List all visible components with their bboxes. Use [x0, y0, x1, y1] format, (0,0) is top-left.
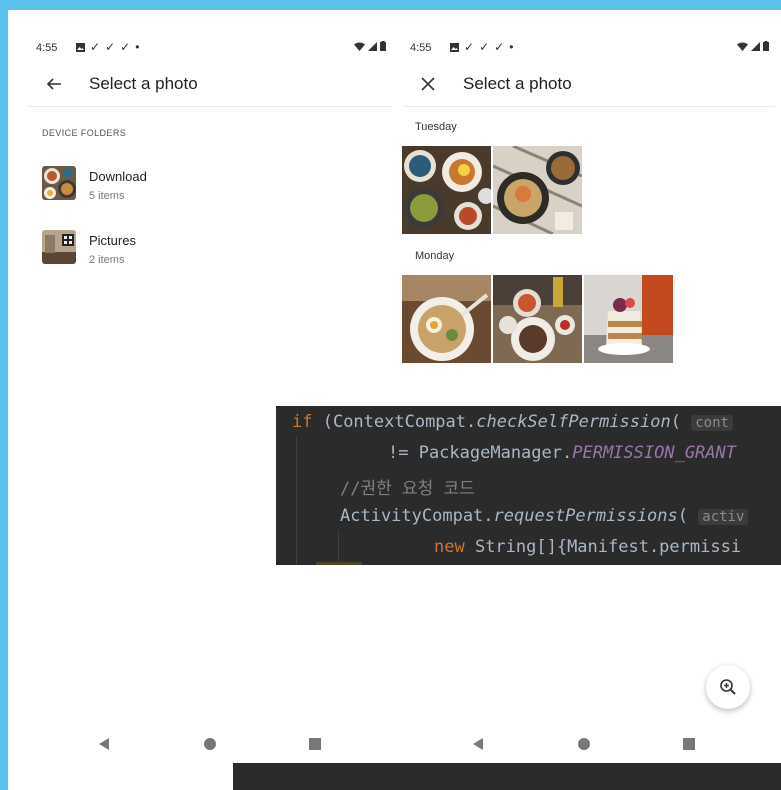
code-keyword: if: [292, 412, 313, 432]
code-snippet-overlay: if (ContextCompat.checkSelfPermission( c…: [276, 406, 781, 565]
wifi-icon: [737, 42, 748, 51]
section-label: DEVICE FOLDERS: [42, 128, 127, 138]
code-param-hint: activ: [698, 509, 749, 525]
status-time: 4:55: [36, 42, 58, 54]
signal-icon: [368, 41, 377, 51]
image-icon: [450, 42, 459, 52]
nav-recents-icon[interactable]: [677, 732, 701, 756]
right-phone-screen: 4:55 ✓ ✓ ✓ • Select a photo Tuesday Mond…: [402, 10, 775, 790]
check-icon: ✓: [464, 40, 475, 54]
notification-icons: ✓ ✓ ✓ •: [450, 40, 513, 54]
check-icon: ✓: [105, 40, 116, 54]
nav-back-icon[interactable]: [92, 732, 116, 756]
system-nav-bar: [402, 732, 775, 756]
code-paren: (: [677, 506, 689, 526]
system-icons: [354, 41, 386, 51]
code-method: requestPermissions: [493, 506, 678, 526]
code-text: ActivityCompat.: [340, 506, 494, 526]
code-paren: (: [670, 412, 681, 432]
photo-thumbnail[interactable]: [402, 275, 491, 363]
folder-thumbnail: [42, 166, 76, 200]
folder-name: Download: [89, 169, 147, 184]
code-snippet-overlay-bottom: [233, 763, 781, 790]
nav-back-icon[interactable]: [466, 732, 490, 756]
folder-thumbnail: [42, 230, 76, 264]
photo-thumbnail[interactable]: [493, 275, 582, 363]
code-keyword: new: [434, 537, 465, 557]
check-icon: ✓: [90, 40, 101, 54]
photo-thumbnail[interactable]: [584, 275, 673, 363]
date-group-label: Monday: [415, 250, 455, 262]
status-bar: 4:55 ✓ ✓ ✓ •: [36, 40, 386, 56]
folder-name: Pictures: [89, 233, 136, 248]
code-text: (ContextCompat.: [312, 412, 477, 432]
folder-count: 5 items: [89, 190, 125, 202]
code-line: new String[]{Manifest.permissi: [434, 537, 741, 557]
app-toolbar: Select a photo: [28, 64, 392, 107]
code-line: //권한 요청 코드: [340, 474, 475, 499]
folder-download[interactable]: Download 5 items: [42, 166, 372, 212]
indent-guide: [338, 530, 339, 565]
status-bar: 4:55 ✓ ✓ ✓ •: [410, 40, 769, 56]
system-nav-bar: [28, 732, 392, 756]
code-method: checkSelfPermission: [476, 412, 671, 432]
app-toolbar: Select a photo: [402, 64, 775, 107]
screenshot-frame: 4:55 ✓ ✓ ✓ • Select a photo DEVICE FOLDE…: [8, 10, 781, 790]
code-param-hint: cont: [691, 415, 733, 431]
code-constant: PERMISSION_GRANT: [572, 443, 736, 463]
nav-home-icon[interactable]: [198, 732, 222, 756]
folder-pictures[interactable]: Pictures 2 items: [42, 230, 372, 276]
wifi-icon: [354, 42, 365, 51]
folder-count: 2 items: [89, 254, 125, 266]
check-icon: ✓: [120, 40, 131, 54]
check-icon: ✓: [494, 40, 505, 54]
code-line: != PackageManager.PERMISSION_GRANT: [388, 443, 736, 463]
nav-home-icon[interactable]: [572, 732, 596, 756]
photo-thumbnail[interactable]: [402, 146, 491, 234]
dot-icon: •: [135, 40, 140, 54]
date-group-label: Tuesday: [415, 121, 457, 133]
dot-icon: •: [509, 40, 514, 54]
page-title: Select a photo: [89, 74, 198, 93]
code-line: if (ContextCompat.checkSelfPermission( c…: [292, 412, 733, 432]
battery-icon: [763, 41, 769, 51]
code-line: ActivityCompat.requestPermissions( activ: [340, 506, 749, 526]
system-icons: [737, 41, 769, 51]
close-icon[interactable]: [416, 72, 440, 96]
code-highlight-mark: [316, 562, 362, 565]
status-time: 4:55: [410, 42, 432, 54]
code-text: != PackageManager.: [388, 443, 573, 463]
page-title: Select a photo: [463, 74, 572, 93]
photo-thumbnail[interactable]: [493, 146, 582, 234]
battery-icon: [380, 41, 386, 51]
code-comment: //권한 요청 코드: [340, 479, 475, 499]
signal-icon: [751, 41, 760, 51]
nav-recents-icon[interactable]: [303, 732, 327, 756]
check-icon: ✓: [479, 40, 490, 54]
notification-icons: ✓ ✓ ✓ •: [76, 40, 139, 54]
zoom-in-button[interactable]: [706, 665, 750, 709]
left-phone-screen: 4:55 ✓ ✓ ✓ • Select a photo DEVICE FOLDE…: [28, 10, 392, 790]
back-arrow-icon[interactable]: [42, 72, 66, 96]
code-text: String[]{Manifest.permissi: [464, 537, 742, 557]
indent-guide: [296, 436, 297, 565]
zoom-in-icon: [720, 679, 736, 695]
image-icon: [76, 42, 85, 52]
